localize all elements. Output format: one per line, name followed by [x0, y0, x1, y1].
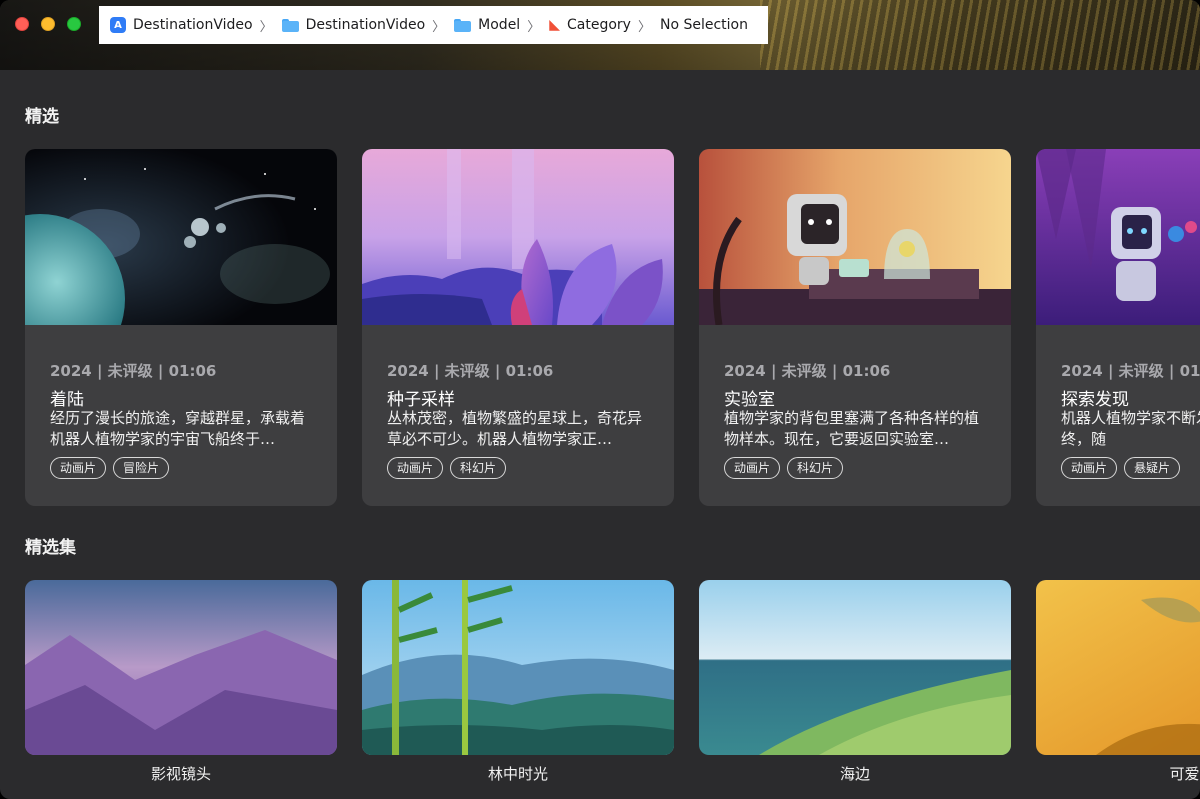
video-description: 经历了漫长的旅途，穿越群星，承载着机器人植物学家的宇宙飞船终于…	[50, 409, 306, 448]
close-window-button[interactable]	[15, 17, 29, 31]
video-card[interactable]: 2024 | 未评级 | 01:06 种子采样 丛林茂密，植物繁盛的星球上，奇花…	[362, 149, 674, 506]
crumb-selection[interactable]: No Selection	[660, 17, 748, 33]
genre-tag[interactable]: 科幻片	[787, 457, 844, 479]
video-description: 机器人植物学家不断发现新植物。最终，随	[1061, 409, 1200, 448]
collection-tile[interactable]	[699, 580, 1011, 755]
folder-icon	[281, 18, 299, 32]
video-title: 探索发现	[1061, 390, 1129, 410]
genre-tag[interactable]: 冒险片	[113, 457, 170, 479]
genre-tag[interactable]: 动画片	[724, 457, 781, 479]
folder-icon	[454, 18, 472, 32]
video-title: 着陆	[50, 390, 84, 410]
video-title: 实验室	[724, 390, 775, 410]
video-thumbnail	[1036, 149, 1200, 325]
crumb-label: DestinationVideo	[133, 17, 253, 33]
zoom-window-button[interactable]	[67, 17, 81, 31]
collection-label: 林中时光	[487, 765, 548, 783]
crumb-file[interactable]: ◣ Category	[549, 17, 631, 33]
video-thumbnail	[699, 149, 1011, 325]
video-thumbnail	[362, 149, 674, 325]
video-description: 植物学家的背包里塞满了各种各样的植物样本。现在，它要返回实验室…	[724, 409, 980, 448]
collections-section-title: 精选集	[25, 538, 76, 558]
video-meta: 2024 | 未评级 | 01:0	[1061, 362, 1200, 380]
crumb-label: No Selection	[659, 17, 748, 33]
video-meta: 2024 | 未评级 | 01:06	[387, 362, 554, 380]
video-meta: 2024 | 未评级 | 01:06	[724, 362, 891, 380]
genre-tag[interactable]: 科幻片	[450, 457, 507, 479]
minimize-window-button[interactable]	[41, 17, 55, 31]
video-thumbnail	[25, 149, 337, 325]
video-card[interactable]: 2024 | 未评级 | 01:06 实验室 植物学家的背包里塞满了各种各样的植…	[699, 149, 1011, 506]
genre-tags: 动画片 悬疑片	[1061, 457, 1181, 479]
video-card[interactable]: 2024 | 未评级 | 01:06 着陆 经历了漫长的旅途，穿越群星，承载着机…	[25, 149, 337, 506]
swift-file-icon: ◣	[549, 17, 560, 33]
genre-tag[interactable]: 动画片	[1061, 457, 1118, 479]
collection-tile[interactable]	[25, 580, 337, 755]
genre-tags: 动画片 科幻片	[387, 457, 507, 479]
video-meta: 2024 | 未评级 | 01:06	[50, 362, 217, 380]
crumb-label: DestinationVideo	[305, 17, 426, 33]
genre-tags: 动画片 冒险片	[50, 457, 170, 479]
crumb-project[interactable]: A DestinationVideo	[110, 17, 253, 33]
genre-tags: 动画片 科幻片	[724, 457, 844, 479]
hero-backdrop	[760, 0, 1200, 70]
chevron-right-icon: 〉	[432, 19, 446, 35]
app-window: A DestinationVideo 〉 DestinationVideo 〉 …	[0, 0, 1200, 799]
featured-section-title: 精选	[25, 107, 59, 127]
title-bar: A DestinationVideo 〉 DestinationVideo 〉 …	[0, 0, 1200, 70]
genre-tag[interactable]: 动画片	[50, 457, 107, 479]
chevron-right-icon: 〉	[259, 19, 273, 35]
crumb-label: Model	[478, 17, 521, 33]
video-card[interactable]: 2024 | 未评级 | 01:0 探索发现 机器人植物学家不断发现新植物。最终…	[1036, 149, 1200, 506]
crumb-label: Category	[567, 17, 631, 33]
collection-label: 海边	[839, 765, 870, 783]
genre-tag[interactable]: 动画片	[387, 457, 444, 479]
video-title: 种子采样	[387, 390, 455, 410]
chevron-right-icon: 〉	[637, 19, 651, 35]
chevron-right-icon: 〉	[527, 19, 541, 35]
video-description: 丛林茂密，植物繁盛的星球上，奇花异草必不可少。机器人植物学家正…	[387, 409, 643, 448]
jump-bar: A DestinationVideo 〉 DestinationVideo 〉 …	[99, 6, 768, 44]
collection-label: 影视镜头	[150, 765, 211, 783]
crumb-model[interactable]: Model	[454, 17, 520, 33]
collection-label: 可爱动	[1169, 765, 1200, 783]
genre-tag[interactable]: 悬疑片	[1124, 457, 1181, 479]
collection-tile[interactable]	[362, 580, 674, 755]
collection-tile[interactable]	[1036, 580, 1200, 755]
crumb-group[interactable]: DestinationVideo	[281, 17, 426, 33]
app-store-icon: A	[110, 17, 126, 33]
